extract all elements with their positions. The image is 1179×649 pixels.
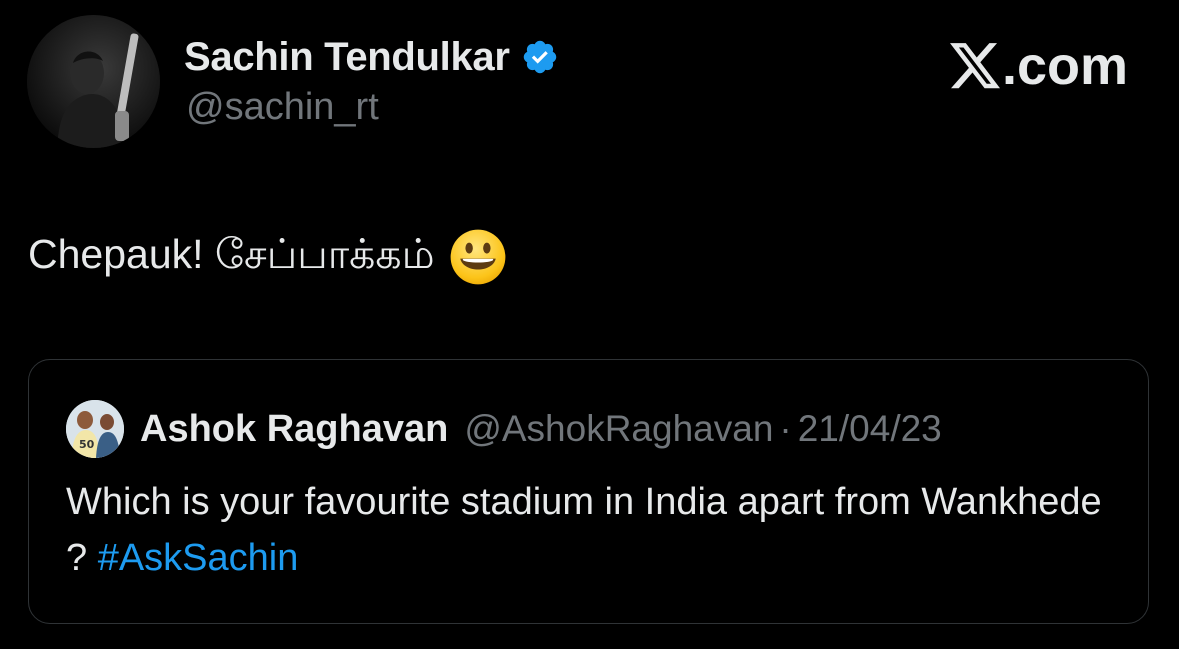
author-handle[interactable]: @sachin_rt xyxy=(186,86,379,129)
verified-badge-icon xyxy=(521,38,559,76)
quoted-tweet-text: Which is your favourite stadium in India… xyxy=(66,474,1126,586)
author-display-name[interactable]: Sachin Tendulkar xyxy=(184,35,510,80)
x-logo-icon xyxy=(949,43,1000,89)
quoted-tweet-card[interactable]: 50 Ashok Raghavan @AshokRaghavan · 21/04… xyxy=(28,359,1149,624)
hashtag-link[interactable]: #AskSachin xyxy=(98,537,299,579)
quoted-tweet-header: 50 Ashok Raghavan @AshokRaghavan · 21/04… xyxy=(66,400,942,458)
separator-dot: · xyxy=(779,408,792,449)
brand-watermark: .com xyxy=(949,36,1128,96)
quoted-author-avatar[interactable]: 50 xyxy=(66,400,124,458)
tweet-text-content: Chepauk! சேப்பாக்கம் xyxy=(28,230,435,277)
svg-text:50: 50 xyxy=(79,438,95,451)
quoted-tweet-date[interactable]: 21/04/23 xyxy=(798,408,942,450)
author-name-row: Sachin Tendulkar xyxy=(184,30,559,84)
grinning-face-emoji-icon xyxy=(449,228,507,286)
author-avatar[interactable] xyxy=(27,15,160,148)
tweet-text: Chepauk! சேப்பாக்கம் xyxy=(28,228,507,286)
brand-domain-label: .com xyxy=(1001,36,1128,96)
quoted-author-handle[interactable]: @AshokRaghavan xyxy=(464,408,773,450)
quoted-author-name[interactable]: Ashok Raghavan xyxy=(140,408,448,451)
